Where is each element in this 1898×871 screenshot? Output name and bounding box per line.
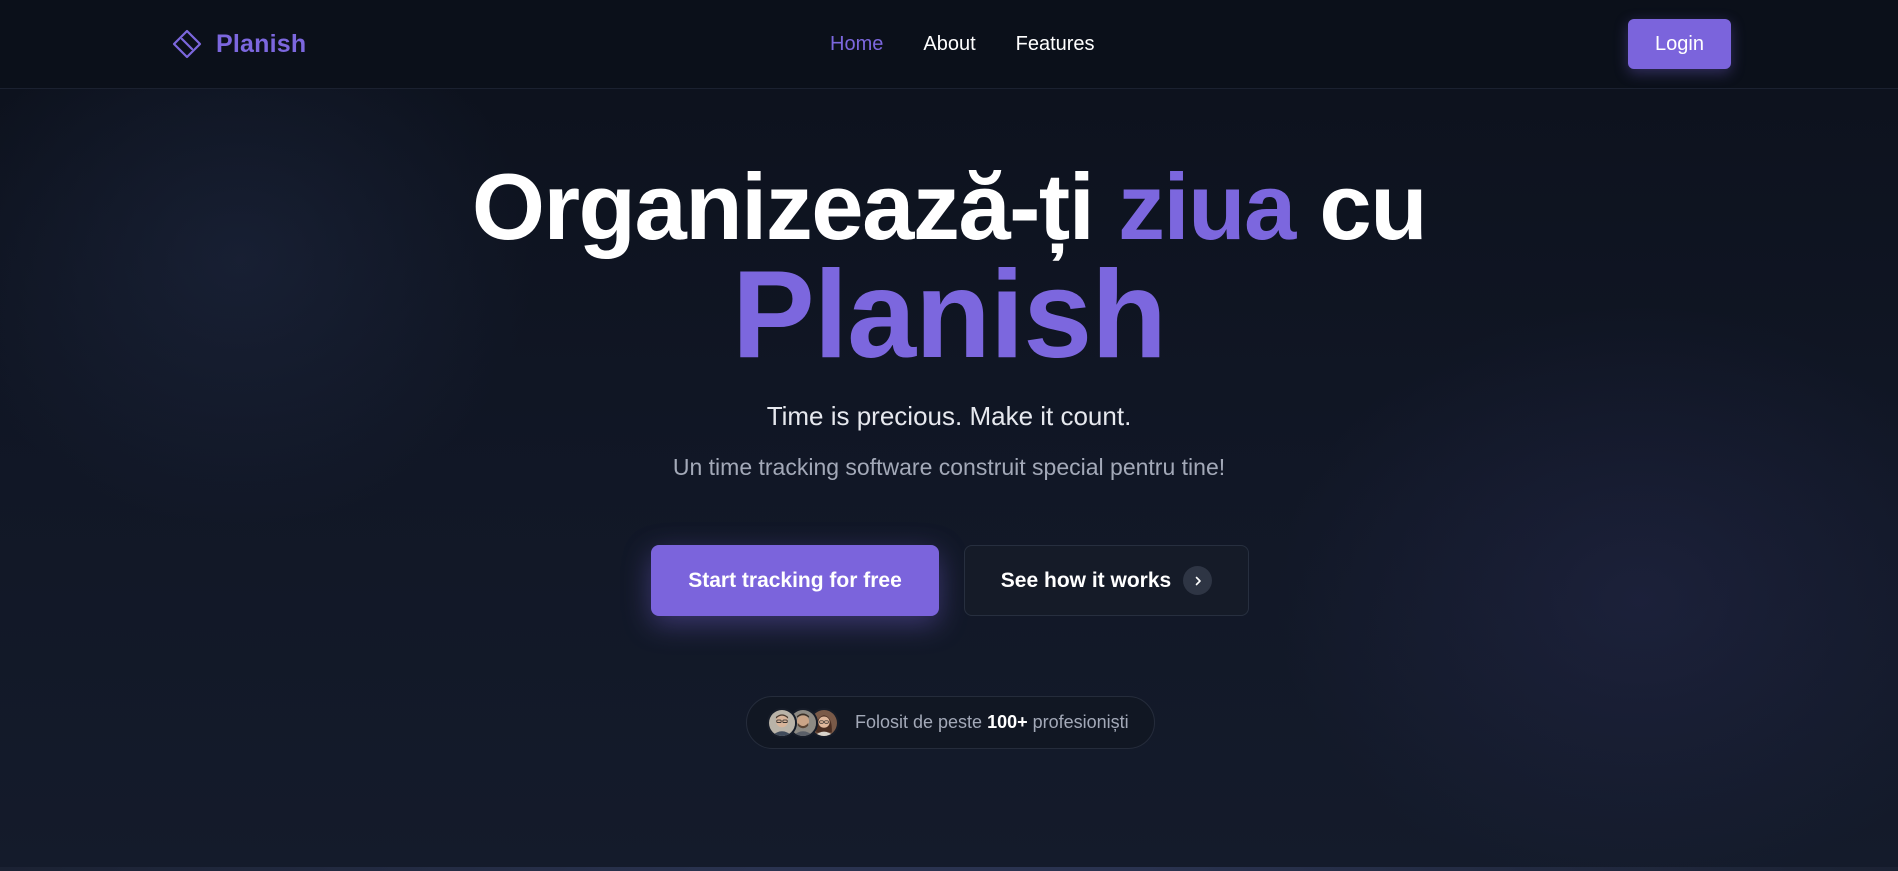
hero-title-accent: ziua <box>1117 154 1296 259</box>
landing-page: Planish Home About Features Login Organi… <box>0 0 1898 871</box>
hero-brand-title: Planish <box>731 246 1167 384</box>
brand-logo[interactable]: Planish <box>172 27 306 61</box>
see-how-it-works-label: See how it works <box>1000 568 1172 592</box>
hero-title-part1: Organizează-ți <box>471 154 1118 259</box>
nav-link-home[interactable]: Home <box>830 30 883 58</box>
chevron-right-icon <box>1183 566 1213 595</box>
navbar: Planish Home About Features Login <box>0 0 1898 89</box>
login-button[interactable]: Login <box>1628 19 1731 69</box>
start-tracking-button[interactable]: Start tracking for free <box>651 545 939 616</box>
nav-links: Home About Features <box>830 30 1095 58</box>
social-proof-suffix: profesioniști <box>1027 712 1129 732</box>
social-proof-count: 100+ <box>987 712 1028 732</box>
social-proof-prefix: Folosit de peste <box>855 712 988 732</box>
hero-subtagline: Un time tracking software construit spec… <box>672 454 1226 480</box>
avatar-man-glasses <box>767 707 797 738</box>
hero-title-part2: cu <box>1294 154 1427 259</box>
nav-link-about[interactable]: About <box>923 30 975 58</box>
social-proof-badge: Folosit de peste 100+ profesioniști <box>746 696 1155 749</box>
social-proof-text: Folosit de peste 100+ profesioniști <box>855 712 1129 733</box>
avatar-group <box>767 707 839 738</box>
see-how-it-works-button[interactable]: See how it works <box>964 545 1249 616</box>
nav-link-features[interactable]: Features <box>1016 30 1095 58</box>
brand-name: Planish <box>216 29 307 58</box>
hero-tagline: Time is precious. Make it count. <box>766 401 1132 431</box>
diamond-logo-icon <box>172 29 202 59</box>
bottom-divider <box>0 867 1898 871</box>
